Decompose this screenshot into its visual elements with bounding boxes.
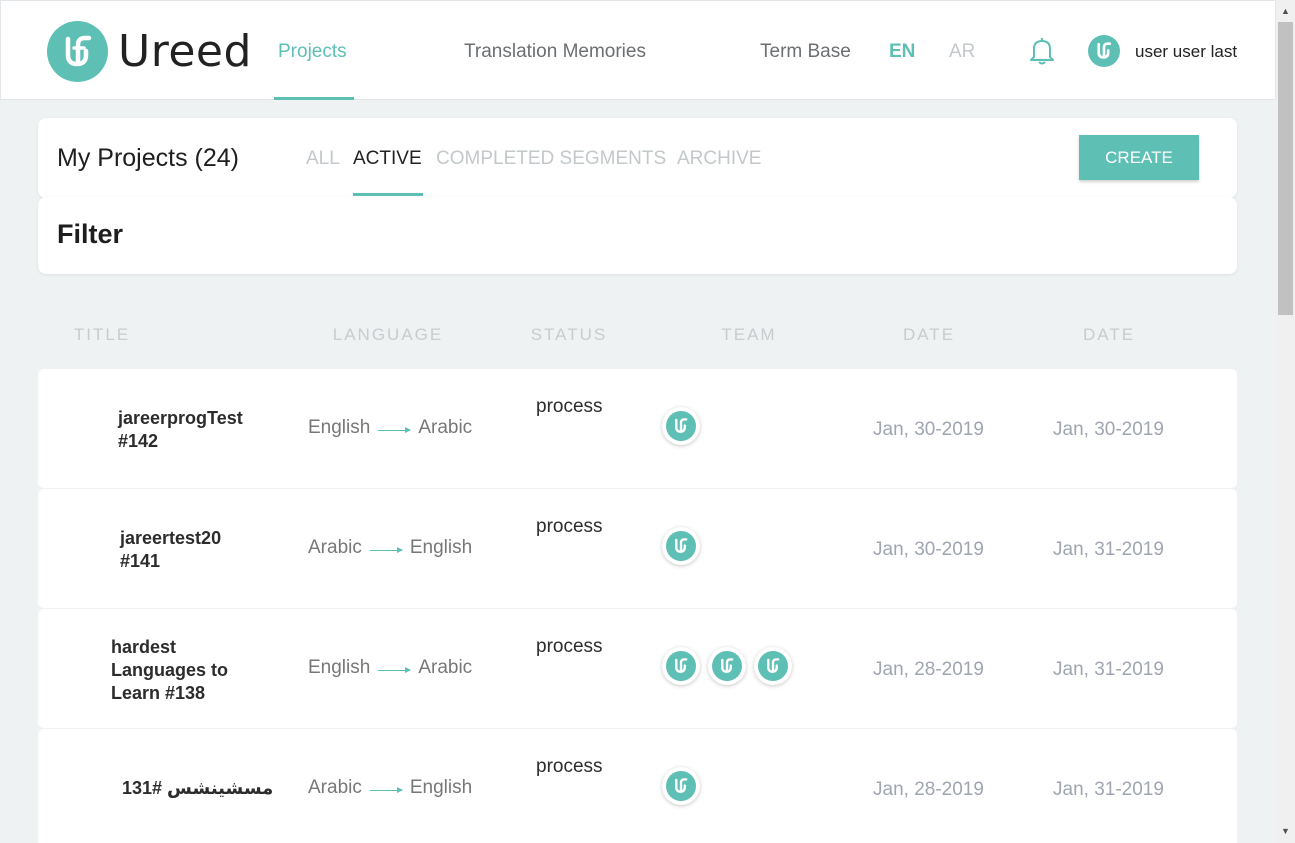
nav-active-indicator: [274, 97, 354, 100]
nav-projects[interactable]: Projects: [278, 41, 347, 63]
team-member-avatar[interactable]: [662, 767, 700, 805]
column-header-team: TEAM: [721, 325, 777, 344]
team-member-avatar[interactable]: [662, 527, 700, 565]
column-header-title: TITLE: [73, 325, 131, 344]
language-pair: Arabic English: [308, 777, 472, 799]
table-row[interactable]: مسشينشس #131 Arabic English process Jan,…: [38, 729, 1237, 843]
tab-archive[interactable]: ARCHIVE: [677, 148, 761, 170]
team-avatars: [662, 767, 708, 805]
tab-completed-segments[interactable]: COMPLETED SEGMENTS: [436, 148, 666, 170]
project-title[interactable]: مسشينشس #131: [122, 777, 273, 800]
source-language: Arabic: [308, 537, 362, 558]
project-title-line: hardest: [111, 637, 177, 657]
arrow-right-icon: [369, 786, 403, 793]
source-language: English: [308, 417, 371, 438]
team-avatars: [662, 527, 708, 565]
nav-translation-memories[interactable]: Translation Memories: [464, 41, 646, 63]
project-title[interactable]: hardest Languages to Learn #138: [111, 636, 228, 705]
scroll-down-arrow-icon[interactable]: ▼: [1281, 826, 1290, 836]
column-header-date-2: DATE: [1082, 325, 1136, 344]
project-title[interactable]: jareertest20 #141: [120, 527, 221, 573]
top-header: Ureed Projects Translation Memories Term…: [0, 0, 1276, 100]
status-text: process: [536, 396, 603, 417]
language-pair: Arabic English: [308, 537, 472, 559]
team-member-avatar[interactable]: [708, 647, 746, 685]
start-date: Jan, 30-2019: [873, 539, 984, 560]
team-member-avatar[interactable]: [662, 407, 700, 445]
target-language: Arabic: [418, 417, 473, 438]
arrow-right-icon: [378, 666, 412, 673]
user-avatar[interactable]: [1088, 35, 1120, 67]
end-date: Jan, 31-2019: [1053, 659, 1164, 680]
column-header-language: LANGUAGE: [332, 325, 444, 344]
scroll-up-arrow-icon[interactable]: ▲: [1281, 6, 1290, 16]
project-title-line: Learn #138: [111, 683, 206, 703]
scroll-thumb[interactable]: [1278, 22, 1293, 315]
language-pair: English Arabic: [308, 657, 472, 679]
target-language: English: [409, 777, 473, 798]
team-member-avatar[interactable]: [754, 647, 792, 685]
lang-ar[interactable]: AR: [949, 41, 975, 63]
project-title[interactable]: jareerprogTest #142: [118, 407, 243, 453]
team-avatars: [662, 407, 708, 445]
project-title-line: مسشينشس #131: [122, 778, 274, 798]
status-text: process: [536, 636, 603, 657]
tab-active[interactable]: ACTIVE: [353, 148, 422, 170]
target-language: Arabic: [418, 657, 473, 678]
project-title-line: jareerprogTest: [118, 408, 243, 428]
end-date: Jan, 31-2019: [1053, 539, 1164, 560]
language-pair: English Arabic: [308, 417, 472, 439]
nav-term-base[interactable]: Term Base: [760, 41, 851, 63]
arrow-right-icon: [369, 546, 403, 553]
end-date: Jan, 31-2019: [1053, 779, 1164, 800]
column-header-date: DATE: [902, 325, 956, 344]
source-language: Arabic: [308, 777, 362, 798]
brand-name: Ureed: [118, 26, 252, 77]
team-avatars: [662, 647, 800, 685]
create-button[interactable]: CREATE: [1079, 135, 1199, 180]
project-title-line: jareertest20: [120, 528, 222, 548]
bell-icon[interactable]: [1028, 36, 1056, 71]
source-language: English: [308, 657, 371, 678]
table-row[interactable]: jareerprogTest #142 English Arabic proce…: [38, 369, 1237, 488]
start-date: Jan, 28-2019: [873, 659, 984, 680]
project-title-line: #141: [120, 551, 161, 571]
arrow-right-icon: [378, 426, 412, 433]
user-name[interactable]: user user last: [1135, 42, 1237, 62]
ureed-logo-icon: [47, 21, 108, 82]
filter-title: Filter: [57, 219, 124, 249]
tab-all[interactable]: ALL: [306, 148, 340, 170]
table-row[interactable]: jareertest20 #141 Arabic English process…: [38, 489, 1237, 608]
column-header-status: STATUS: [530, 325, 608, 344]
status-text: process: [536, 516, 603, 537]
vertical-scrollbar[interactable]: ▲ ▼: [1276, 0, 1295, 843]
start-date: Jan, 28-2019: [873, 779, 984, 800]
end-date: Jan, 30-2019: [1053, 419, 1164, 440]
filter-card[interactable]: Filter: [38, 197, 1237, 274]
tab-active-indicator: [353, 193, 423, 196]
team-member-avatar[interactable]: [662, 647, 700, 685]
table-row[interactable]: hardest Languages to Learn #138 English …: [38, 609, 1237, 728]
ureed-logo[interactable]: Ureed: [47, 21, 252, 82]
project-title-line: #142: [118, 431, 159, 451]
project-title-line: Languages to: [111, 660, 229, 680]
target-language: English: [409, 537, 473, 558]
projects-header-card: My Projects (24) ALL ACTIVE COMPLETED SE…: [38, 118, 1237, 198]
status-text: process: [536, 756, 603, 777]
page-title: My Projects (24): [57, 144, 239, 172]
start-date: Jan, 30-2019: [873, 419, 984, 440]
lang-en[interactable]: EN: [889, 41, 915, 63]
